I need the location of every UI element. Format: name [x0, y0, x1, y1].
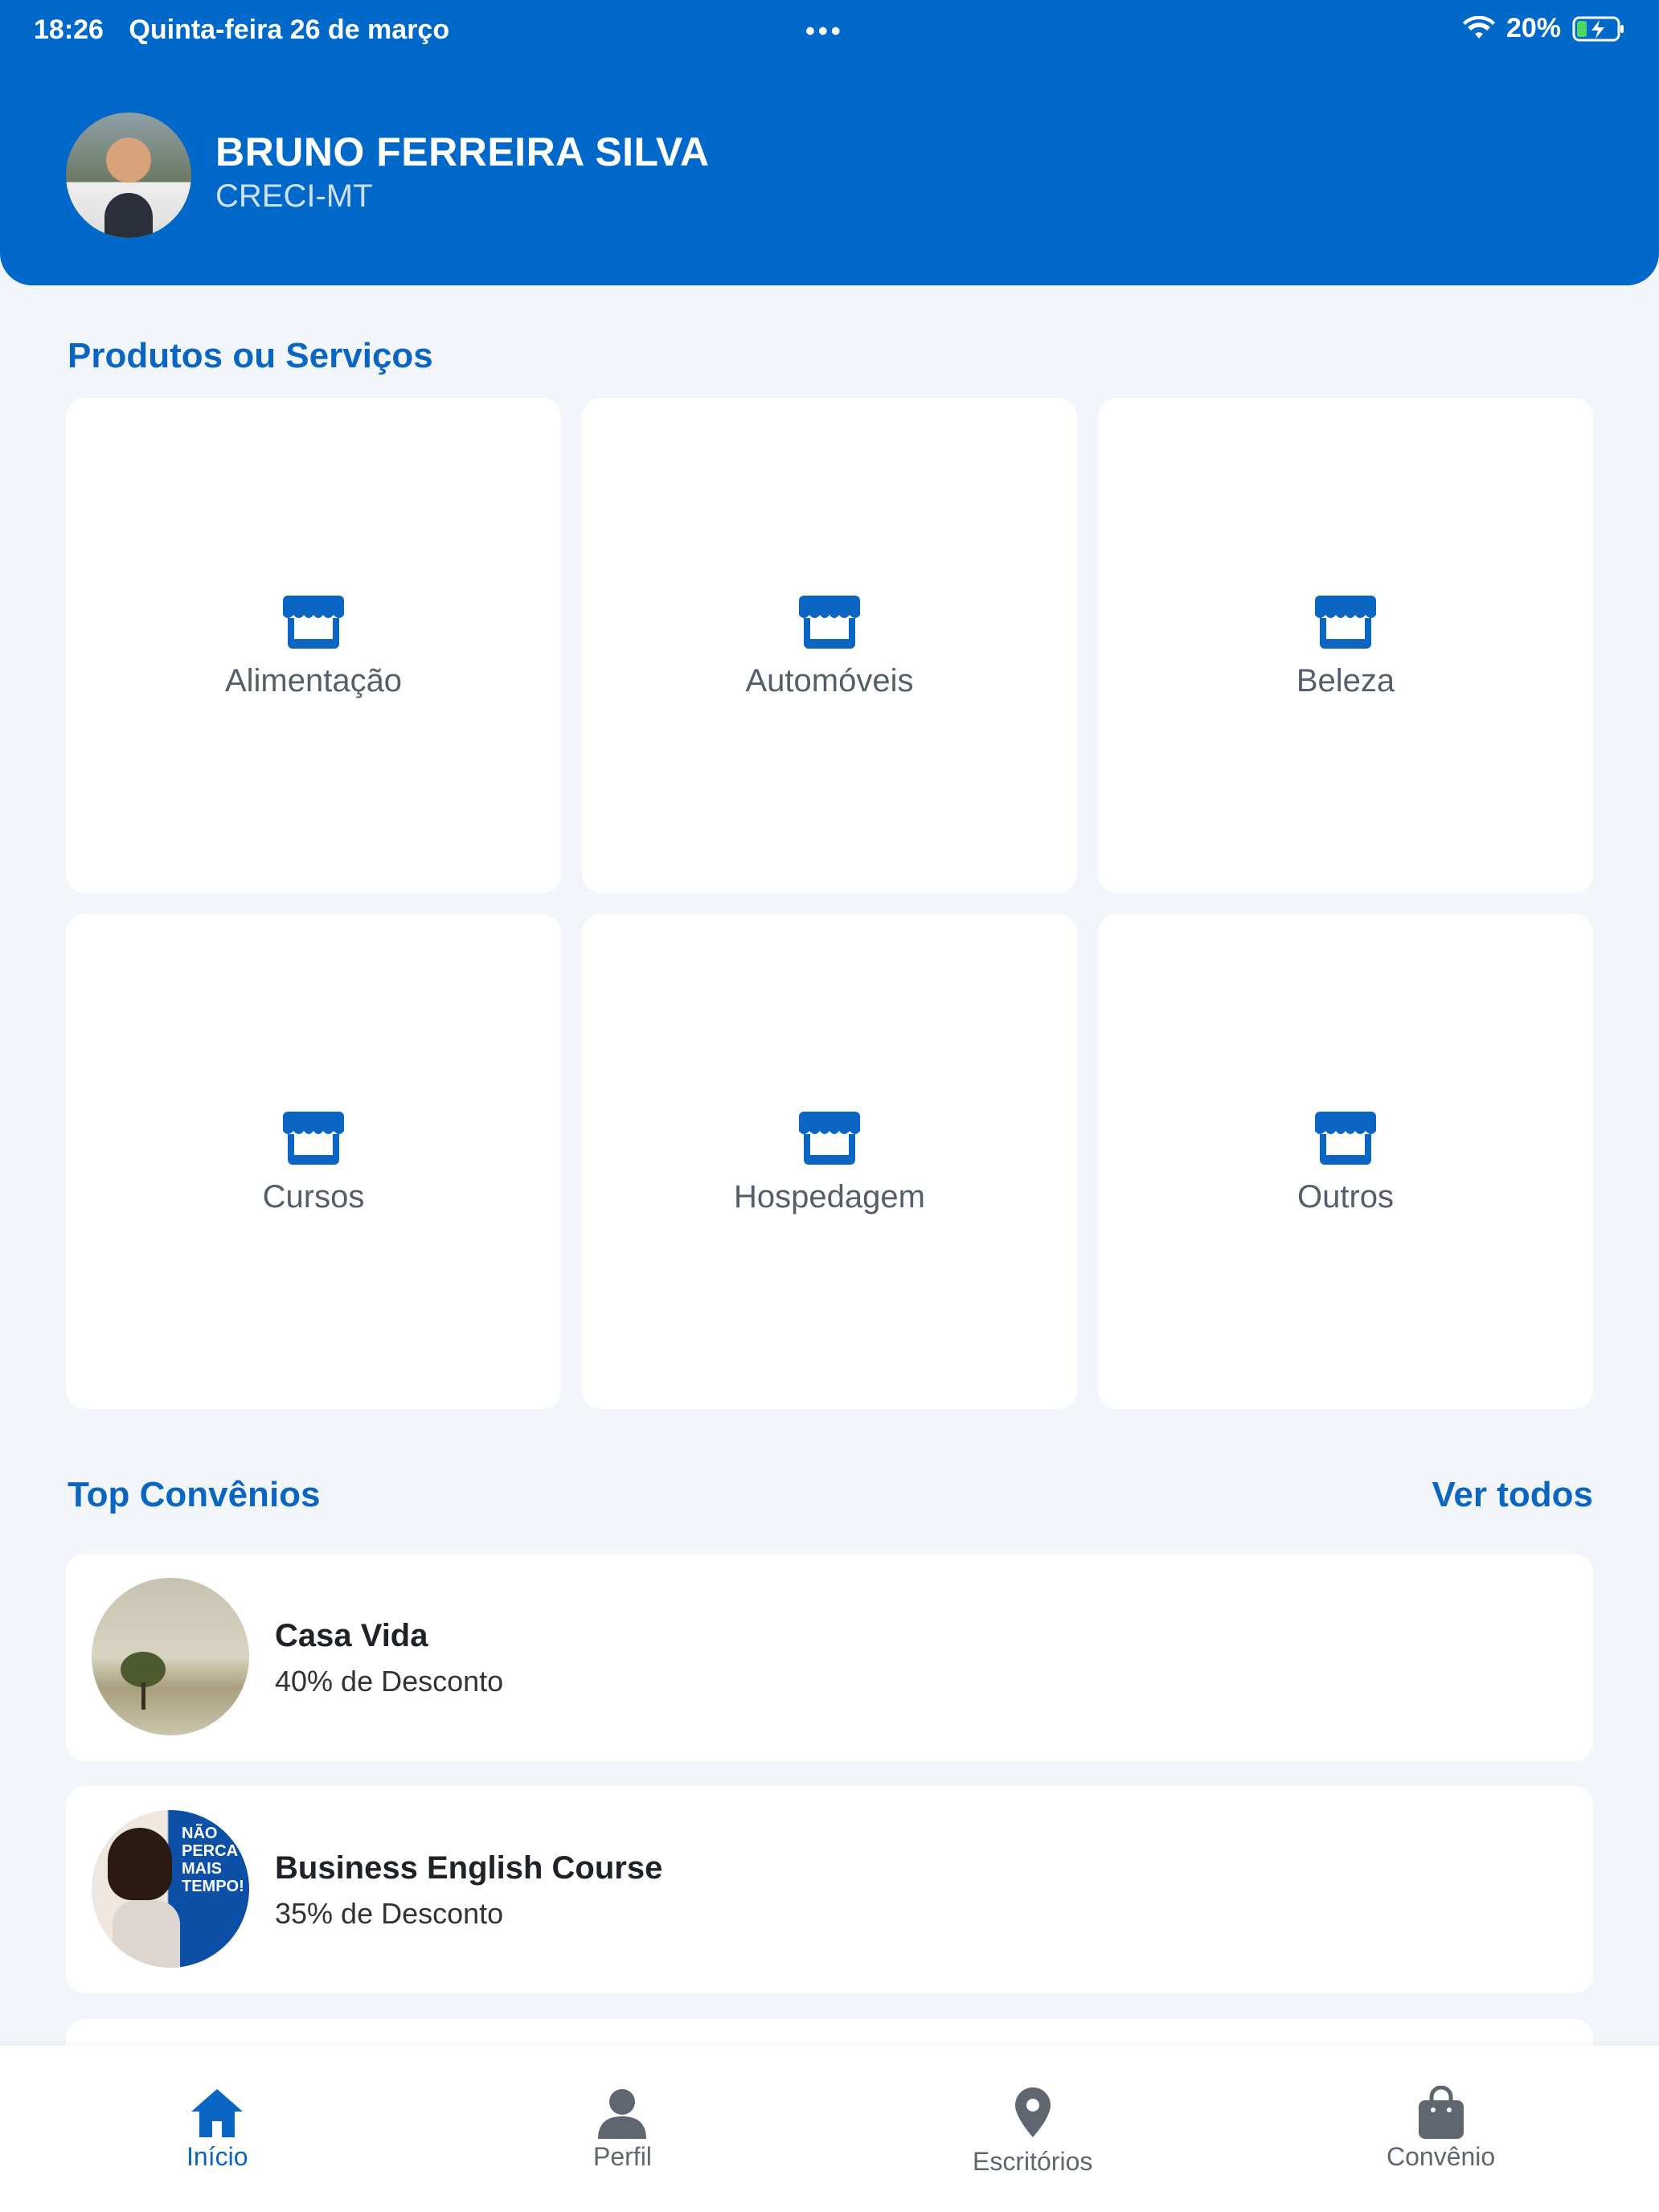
status-date: Quinta-feira 26 de março	[129, 14, 450, 45]
category-card-outros[interactable]: Outros	[1098, 914, 1593, 1409]
convenio-thumbnail	[92, 1578, 249, 1735]
avatar[interactable]	[66, 113, 191, 238]
store-icon	[283, 595, 344, 649]
category-label: Hospedagem	[734, 1178, 925, 1215]
nav-label: Escritórios	[973, 2147, 1093, 2176]
category-card-cursos[interactable]: Cursos	[66, 914, 561, 1409]
store-icon	[1315, 595, 1376, 649]
shopping-bag-icon	[1418, 2086, 1464, 2139]
category-label: Cursos	[262, 1178, 365, 1215]
home-icon	[191, 2089, 244, 2137]
nav-perfil[interactable]: Perfil	[593, 2086, 652, 2172]
products-section-title: Produtos ou Serviços	[68, 336, 433, 375]
convenio-item-casa-vida[interactable]: Casa Vida 40% de Desconto	[66, 1554, 1593, 1761]
store-icon	[799, 595, 860, 649]
status-bar: 18:26 Quinta-feira 26 de março ••• 20%	[0, 0, 1659, 64]
thumbnail-text: NÃO PERCA MAIS TEMPO!	[182, 1825, 244, 1895]
convenio-item-business-english[interactable]: NÃO PERCA MAIS TEMPO! Business English C…	[66, 1786, 1593, 1993]
category-card-beleza[interactable]: Beleza	[1098, 398, 1593, 893]
nav-label: Perfil	[593, 2142, 652, 2171]
category-label: Beleza	[1296, 662, 1395, 698]
nav-convenio[interactable]: Convênio	[1387, 2086, 1495, 2172]
products-grid: Alimentação Automóveis Beleza Cursos Hos…	[66, 398, 1593, 1409]
status-indicators: 20%	[1462, 13, 1625, 44]
store-icon	[799, 1111, 860, 1165]
category-label: Automóveis	[745, 662, 914, 698]
store-icon	[283, 1111, 344, 1165]
convenio-title: Business English Course	[275, 1850, 663, 1886]
multitask-dots[interactable]: •••	[805, 16, 844, 47]
nav-inicio[interactable]: Início	[186, 2086, 248, 2172]
battery-charging-icon	[1572, 16, 1624, 41]
nav-label: Início	[186, 2142, 248, 2171]
store-icon	[1315, 1111, 1376, 1165]
category-card-automoveis[interactable]: Automóveis	[582, 398, 1077, 893]
status-time: 18:26	[34, 14, 104, 45]
convenio-title: Casa Vida	[275, 1618, 428, 1653]
category-label: Outros	[1296, 1178, 1395, 1215]
battery-percent: 20%	[1505, 13, 1561, 43]
convenio-discount: 40% de Desconto	[275, 1665, 504, 1698]
header: 18:26 Quinta-feira 26 de março ••• 20% B…	[0, 0, 1659, 285]
top-convenios-title: Top Convênios	[68, 1475, 321, 1514]
convenio-discount: 35% de Desconto	[275, 1897, 504, 1930]
user-registration: CRECI-MT	[215, 178, 373, 214]
category-card-hospedagem[interactable]: Hospedagem	[582, 914, 1077, 1409]
wifi-icon	[1462, 15, 1495, 39]
status-time-date: 18:26 Quinta-feira 26 de março	[34, 14, 467, 46]
category-label: Alimentação	[224, 662, 403, 698]
user-name: BRUNO FERREIRA SILVA	[215, 129, 710, 174]
convenio-thumbnail: NÃO PERCA MAIS TEMPO!	[92, 1810, 249, 1968]
location-pin-icon	[1014, 2087, 1051, 2137]
nav-escritorios[interactable]: Escritórios	[973, 2086, 1092, 2177]
see-all-link[interactable]: Ver todos	[1432, 1475, 1594, 1515]
nav-label: Convênio	[1387, 2142, 1496, 2171]
bottom-navigation: Início Perfil Escritórios Convênio	[0, 2046, 1659, 2212]
person-icon	[598, 2089, 647, 2139]
category-card-alimentacao[interactable]: Alimentação	[66, 398, 561, 893]
